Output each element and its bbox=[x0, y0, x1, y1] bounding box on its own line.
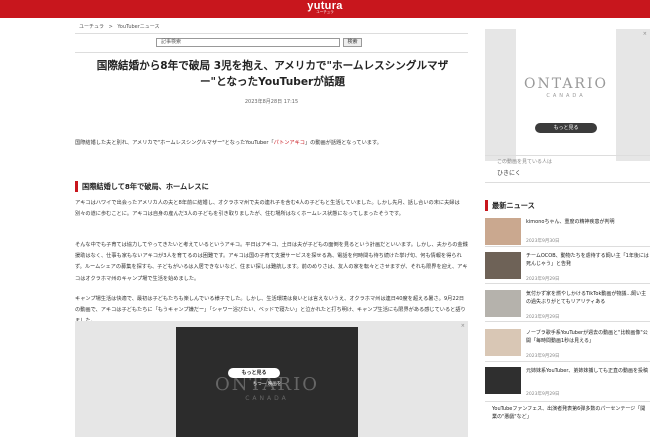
ad-creative[interactable]: ONTARIO CANADA もっと見る ちつ一 映画を bbox=[176, 327, 358, 437]
ad-logo-sub: CANADA bbox=[245, 395, 289, 402]
news-title[interactable]: チームOCOB、動物たちを虐待する飼い主「1年後には死んじゃう」と告発 bbox=[526, 253, 650, 268]
sidebar-ad-more-button[interactable]: もっと見る bbox=[535, 123, 597, 133]
divider bbox=[75, 33, 468, 34]
article-paragraph: そんな中でも子育ては協力してやってきたいと考えているというアキコ。平日はアキコ、… bbox=[75, 242, 468, 282]
related-label: この動画を見ている人は bbox=[497, 159, 553, 165]
news-item[interactable]: ノーブラ歌手系YouTuberが週去の動画と"比較画像"公開「毎時間動画1秒は見… bbox=[485, 327, 650, 359]
related-channel-link[interactable]: ひきにく bbox=[497, 168, 521, 177]
news-title[interactable]: 気付かず家を燃やしかけるTikTok動画が物議...飼い主の過失ぶりがとてもリア… bbox=[526, 291, 650, 306]
breadcrumb-home[interactable]: ユーチュラ bbox=[79, 24, 104, 30]
sidebar-ad-creative[interactable]: ONTARIO CANADA もっと見る bbox=[516, 29, 616, 161]
news-thumbnail[interactable] bbox=[485, 290, 521, 317]
search-input[interactable]: 記事検索 bbox=[156, 38, 340, 47]
sidebar-ad-logo-sub: CANADA bbox=[546, 93, 586, 99]
news-item[interactable]: チームOCOB、動物たちを虐待する飼い主「1年後には死んじゃう」と告発 2023… bbox=[485, 250, 650, 282]
divider bbox=[485, 155, 650, 156]
news-thumbnail[interactable] bbox=[485, 252, 521, 279]
advertisement[interactable]: ONTARIO CANADA もっと見る ちつ一 映画を × bbox=[75, 321, 468, 437]
news-title[interactable]: kimonoちゃん、重度の精神疾患が判明 bbox=[526, 219, 650, 227]
latest-news-heading: 最新ニュース bbox=[485, 200, 650, 211]
close-icon[interactable]: × bbox=[643, 31, 647, 37]
news-item[interactable]: 気付かず家を燃やしかけるTikTok動画が物議...飼い主の過失ぶりがとてもリア… bbox=[485, 288, 650, 320]
site-logo-sub: ユーチュラ bbox=[316, 10, 334, 14]
news-date: 2023年9月29日 bbox=[526, 315, 560, 320]
news-thumbnail[interactable] bbox=[485, 329, 521, 356]
section-heading: 国際結婚して8年で破局、ホームレスに bbox=[75, 181, 468, 192]
news-thumbnail[interactable] bbox=[485, 218, 521, 245]
article-paragraph: アキコはハワイで出会ったアメリカ人の夫と8年前に結婚し、オクラホマ州で夫の連れ子… bbox=[75, 200, 460, 218]
article-intro: 国際結婚した夫と別れ、アメリカで"ホームレスシングルマザー"となったYouTub… bbox=[75, 138, 468, 149]
intro-text-before: 国際結婚した夫と別れ、アメリカで"ホームレスシングルマザー"となったYouTub… bbox=[75, 140, 274, 146]
news-title[interactable]: 元姉妹系YouTuber、弟姉妹捕しても正直の動画を投稿 bbox=[526, 368, 650, 376]
sidebar-advertisement[interactable]: ONTARIO CANADA もっと見る × bbox=[485, 29, 650, 161]
ad-subtext: ちつ一 映画を bbox=[252, 382, 282, 387]
news-date: 2023年9月29日 bbox=[526, 354, 560, 359]
divider bbox=[485, 361, 650, 362]
article-title: 国際結婚から8年で破局 3児を抱え、アメリカで"ホームレスシングルマザー"となっ… bbox=[96, 60, 449, 88]
news-date: 2023年9月30日 bbox=[526, 239, 560, 244]
intro-text-after: 」の動画が話題となっています。 bbox=[304, 140, 382, 146]
news-title[interactable]: ノーブラ歌手系YouTuberが週去の動画と"比較画像"公開「毎時間動画1秒は見… bbox=[526, 330, 650, 345]
divider bbox=[75, 52, 468, 53]
channel-link[interactable]: パトンアキコ bbox=[274, 140, 305, 146]
news-date: 2023年9月29日 bbox=[526, 392, 560, 397]
site-header: yutura ユーチュラ bbox=[0, 0, 650, 18]
news-item[interactable]: 元姉妹系YouTuber、弟姉妹捕しても正直の動画を投稿 2023年9月29日 bbox=[485, 365, 650, 397]
divider bbox=[485, 321, 650, 322]
article-date: 2023年8月28日 17:15 bbox=[244, 99, 299, 105]
breadcrumb: ユーチュラ > YouTuberニュース bbox=[79, 23, 163, 30]
divider bbox=[485, 283, 650, 284]
close-icon[interactable]: × bbox=[461, 323, 465, 329]
sidebar-ad-logo: ONTARIO bbox=[524, 76, 608, 92]
news-item[interactable]: kimonoちゃん、重度の精神疾患が判明 2023年9月30日 bbox=[485, 216, 650, 246]
ad-more-button[interactable]: もっと見る bbox=[228, 368, 280, 378]
news-date: 2023年9月29日 bbox=[526, 277, 560, 282]
breadcrumb-separator: > bbox=[108, 24, 113, 30]
search-button[interactable]: 検索 bbox=[343, 38, 362, 47]
divider bbox=[485, 182, 650, 183]
article-main: ユーチュラ > YouTuberニュース 記事検索 検索 国際結婚から8年で破局… bbox=[75, 18, 468, 437]
breadcrumb-category[interactable]: YouTuberニュース bbox=[117, 24, 159, 30]
news-thumbnail[interactable] bbox=[485, 367, 521, 394]
divider bbox=[485, 246, 650, 247]
divider bbox=[485, 401, 650, 402]
